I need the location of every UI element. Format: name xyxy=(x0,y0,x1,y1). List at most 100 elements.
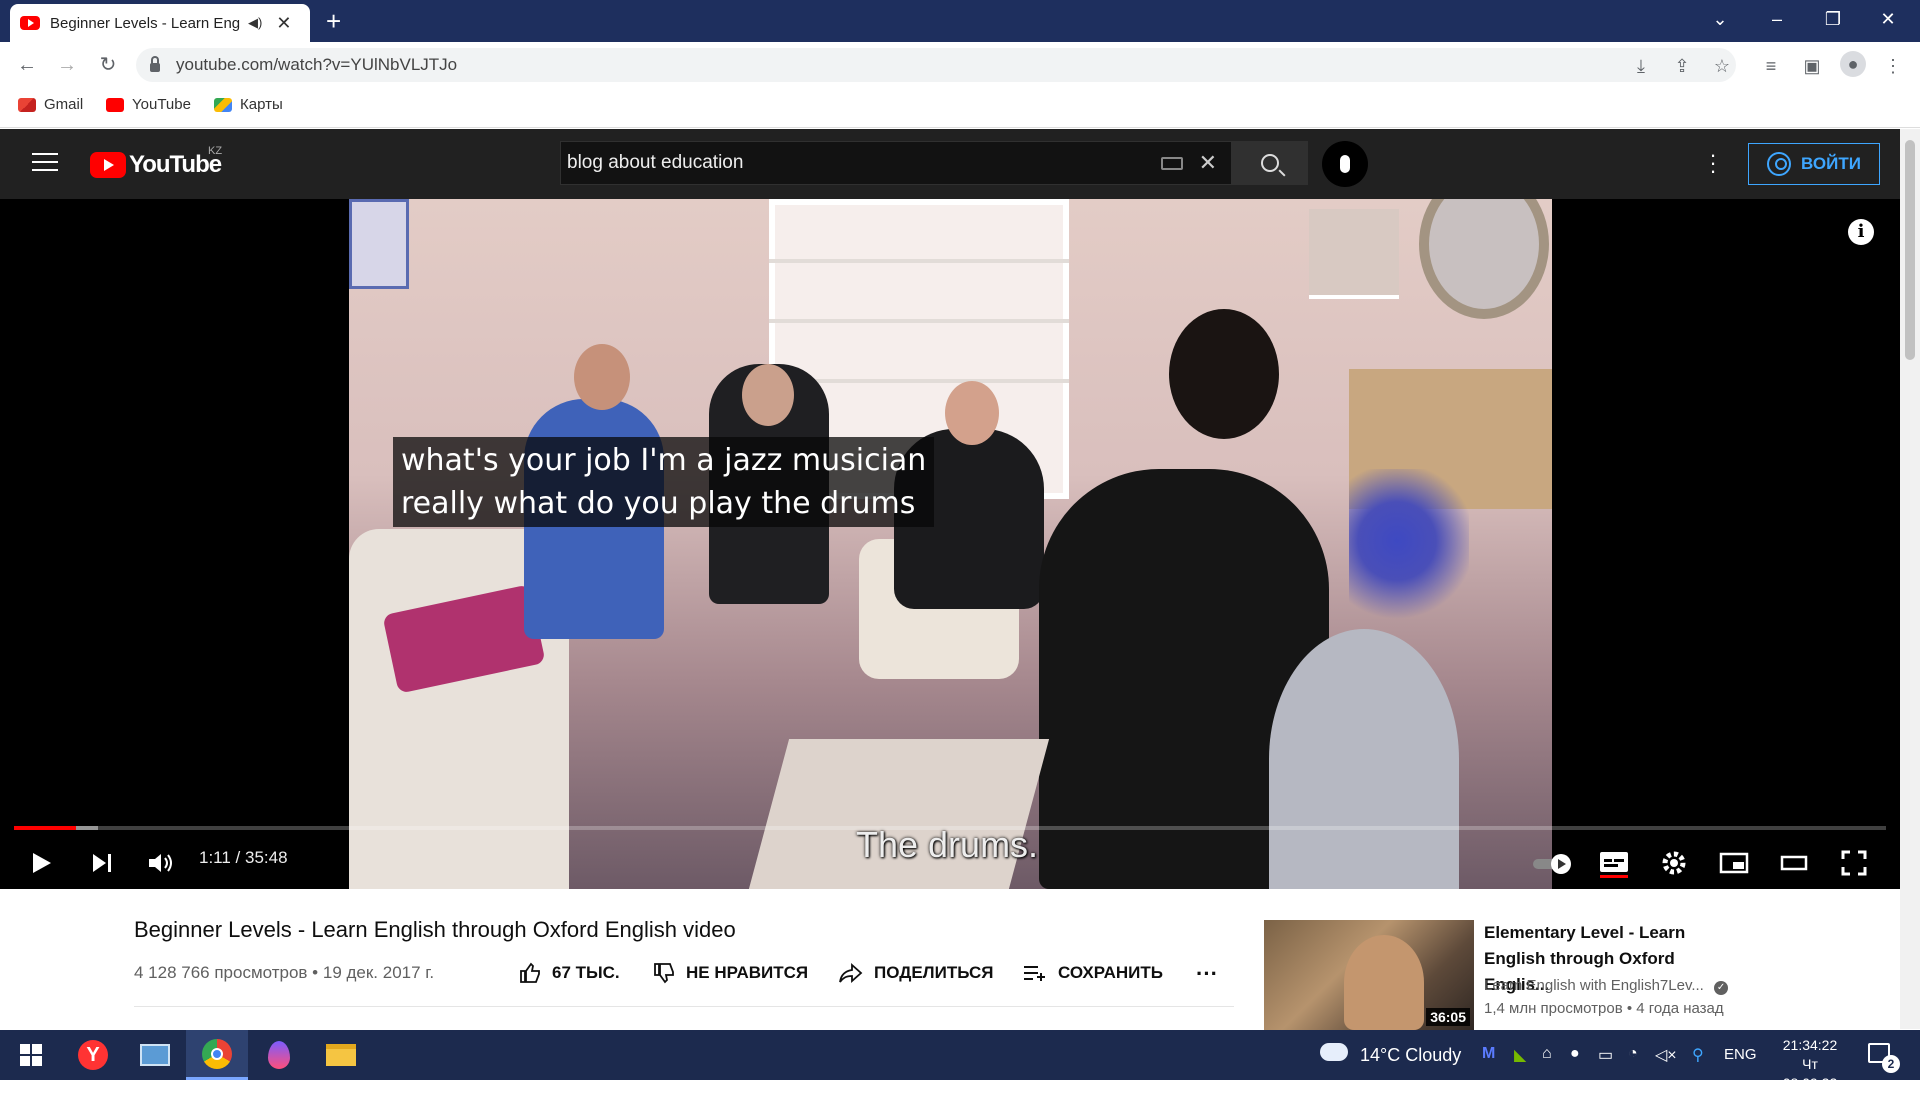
maps-icon xyxy=(214,97,232,112)
theater-mode-button[interactable] xyxy=(1776,845,1812,881)
video-title: Beginner Levels - Learn English through … xyxy=(134,917,736,942)
verified-check-icon: ✓ xyxy=(1714,981,1729,995)
profile-avatar-icon[interactable]: ● xyxy=(1840,51,1866,77)
wifi-icon[interactable]: ◔ xyxy=(1628,1045,1638,1063)
microphone-icon xyxy=(1340,155,1350,173)
fullscreen-icon xyxy=(1841,850,1867,876)
bookmarks-bar: Gmail YouTube Карты xyxy=(0,88,1920,128)
tab-title: Beginner Levels - Learn English through … xyxy=(50,14,240,32)
address-bar[interactable]: youtube.com/watch?v=YUlNbVLJTJo xyxy=(136,48,1736,82)
thumbs-up-icon xyxy=(520,962,540,983)
search-button[interactable] xyxy=(1232,141,1308,185)
keyboard-icon[interactable] xyxy=(1160,156,1183,170)
mute-button[interactable] xyxy=(143,845,179,881)
scrollbar-thumb[interactable] xyxy=(1905,140,1915,360)
subtitles-button[interactable] xyxy=(1596,845,1632,881)
closed-caption: what's your job I'm a jazz musician real… xyxy=(393,437,935,527)
youtube-play-logo-icon xyxy=(90,152,126,178)
youtube-logo[interactable]: YouTube KZ xyxy=(90,145,222,179)
new-tab-button[interactable]: + xyxy=(326,6,341,36)
location-icon[interactable]: ⚲ xyxy=(1692,1045,1704,1065)
sign-in-button[interactable]: ВОЙТИ xyxy=(1748,143,1880,185)
browser-menu-icon[interactable]: ⋮ xyxy=(1882,56,1904,76)
bookmark-star-icon[interactable]: ☆ xyxy=(1711,56,1733,76)
bookmark-label: YouTube xyxy=(132,96,191,113)
minimize-button[interactable]: – xyxy=(1762,8,1792,30)
gmail-icon xyxy=(18,97,36,112)
taskbar-chrome[interactable] xyxy=(186,1030,248,1080)
clock[interactable]: 21:34:22 Чт 08.09.22 xyxy=(1775,1036,1845,1093)
reload-button[interactable]: ↻ xyxy=(93,50,123,80)
dislike-button[interactable]: НЕ НРАВИТСЯ xyxy=(652,961,808,985)
play-icon xyxy=(33,853,51,873)
lock-icon[interactable] xyxy=(150,55,160,72)
like-button[interactable]: 67 ТЫС. xyxy=(518,961,620,985)
more-actions-icon[interactable]: ··· xyxy=(1196,961,1218,987)
clear-search-icon[interactable]: ✕ xyxy=(1199,150,1217,176)
browser-tab[interactable]: Beginner Levels - Learn English through … xyxy=(10,4,310,42)
bookmark-youtube[interactable]: YouTube xyxy=(106,96,191,113)
info-icon[interactable]: i xyxy=(1848,219,1874,245)
close-window-button[interactable]: ✕ xyxy=(1873,8,1903,30)
save-button[interactable]: СОХРАНИТЬ xyxy=(1022,961,1163,985)
video-frame[interactable] xyxy=(349,199,1552,889)
search-value[interactable]: blog about education xyxy=(567,152,1161,174)
recommended-thumbnail[interactable]: 36:05 xyxy=(1264,920,1474,1030)
taskbar-yandex[interactable]: Y xyxy=(62,1030,124,1080)
close-tab-icon[interactable]: ✕ xyxy=(276,13,291,34)
browser-toolbar: ← → ↻ youtube.com/watch?v=YUlNbVLJTJo ⤓ … xyxy=(0,42,1920,88)
blind-line xyxy=(769,259,1069,263)
url-text[interactable]: youtube.com/watch?v=YUlNbVLJTJo xyxy=(176,55,457,75)
install-app-icon[interactable]: ⤓ xyxy=(1630,56,1652,76)
nvidia-icon[interactable]: ◣ xyxy=(1514,1045,1526,1065)
recommended-video[interactable]: 36:05 Elementary Level - Learn English t… xyxy=(1264,920,1900,1030)
search-input[interactable]: blog about education ✕ xyxy=(560,141,1232,185)
browser-tab-strip: Beginner Levels - Learn English through … xyxy=(0,0,1920,42)
back-button[interactable]: ← xyxy=(12,50,42,80)
miniplayer-button[interactable] xyxy=(1716,845,1752,881)
bookmark-gmail[interactable]: Gmail xyxy=(18,96,83,113)
media-control-icon[interactable]: ≡ xyxy=(1760,56,1782,76)
taskbar-app[interactable] xyxy=(124,1030,186,1080)
start-button[interactable] xyxy=(0,1030,62,1080)
chrome-icon xyxy=(202,1038,232,1069)
wall-picture xyxy=(349,199,409,289)
taskbar-file-explorer[interactable] xyxy=(310,1030,372,1080)
video-player[interactable]: what's your job I'm a jazz musician real… xyxy=(0,199,1900,889)
restore-button[interactable]: ❐ xyxy=(1818,8,1848,30)
volume-muted-icon[interactable]: ◁× xyxy=(1655,1045,1677,1065)
autoplay-toggle[interactable] xyxy=(1530,845,1576,881)
person-head-back xyxy=(1169,309,1279,439)
share-button[interactable]: ПОДЕЛИТЬСЯ xyxy=(838,961,994,985)
person-head xyxy=(574,344,630,410)
weather-text[interactable]: 14°C Cloudy xyxy=(1360,1045,1461,1066)
side-panel-icon[interactable]: ▣ xyxy=(1801,56,1823,76)
thumbs-down-icon xyxy=(654,963,674,984)
forward-button[interactable]: → xyxy=(52,50,82,80)
bookmark-maps[interactable]: Карты xyxy=(214,96,283,113)
miniplayer-icon xyxy=(1719,852,1749,874)
recommended-channel[interactable]: Learn English with English7Lev... ✓ xyxy=(1484,977,1729,995)
speaker-icon[interactable]: ◀) xyxy=(248,15,262,31)
tray-m-icon[interactable]: M xyxy=(1482,1045,1495,1063)
settings-button[interactable] xyxy=(1656,845,1692,881)
fullscreen-button[interactable] xyxy=(1836,845,1872,881)
channel-name[interactable]: Learn English with English7Lev... xyxy=(1484,977,1704,994)
settings-more-icon[interactable]: · · · xyxy=(1708,144,1718,182)
save-label: СОХРАНИТЬ xyxy=(1058,963,1163,982)
tray-device-icon[interactable]: ⌂ xyxy=(1542,1045,1552,1063)
hamburger-menu-icon[interactable] xyxy=(32,153,58,173)
battery-icon[interactable]: ▭ xyxy=(1598,1045,1613,1065)
autoplay-toggle-icon xyxy=(1533,854,1571,874)
next-button[interactable] xyxy=(84,845,120,881)
tab-search-chevron-icon[interactable]: ⌄ xyxy=(1705,8,1735,30)
share-page-icon[interactable]: ⇪ xyxy=(1671,56,1693,76)
language-indicator[interactable]: ENG xyxy=(1724,1046,1757,1063)
play-button[interactable] xyxy=(24,845,60,881)
windows-taskbar: Y 14°C Cloudy M ◣ ⌂ ● ▭ ◔ ◁× ⚲ ENG 21:34… xyxy=(0,1030,1920,1091)
voice-search-button[interactable] xyxy=(1322,141,1368,187)
tray-mic-icon[interactable]: ● xyxy=(1570,1045,1580,1063)
subtitles-icon xyxy=(1600,852,1628,878)
taskbar-app-drop[interactable] xyxy=(248,1030,310,1080)
progress-bar[interactable] xyxy=(14,826,1886,830)
